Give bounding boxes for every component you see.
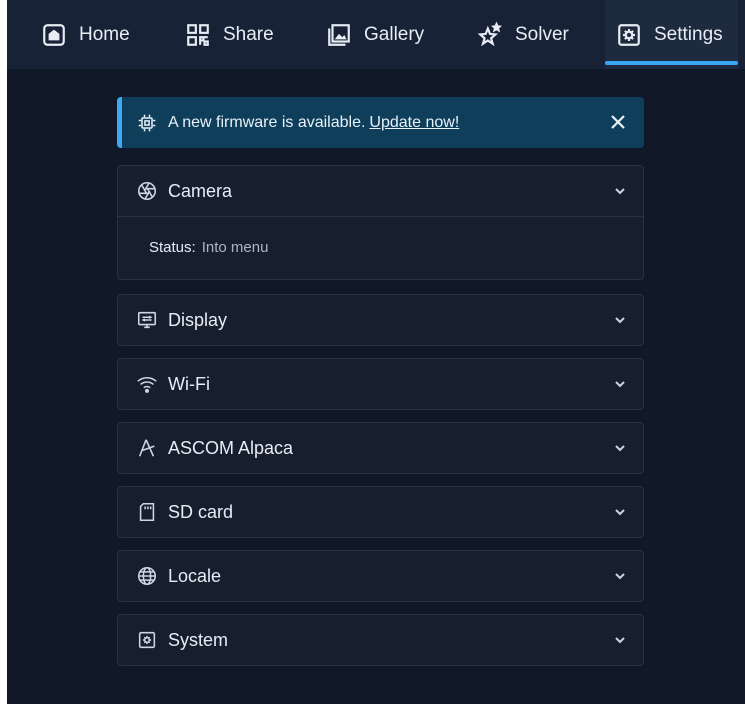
section-display-title: Display (168, 309, 228, 330)
chevron-down-icon (615, 445, 625, 452)
section-system-title: System (168, 629, 229, 650)
section-camera-header[interactable]: Camera (118, 166, 643, 216)
nav-solver-label: Solver (515, 23, 569, 45)
chevron-down-icon (615, 509, 625, 516)
section-system-header[interactable]: System (118, 615, 643, 665)
chip-icon (138, 114, 156, 131)
chevron-down-icon (615, 188, 625, 195)
system-icon (138, 631, 156, 649)
section-sd-card-title: SD card (168, 501, 234, 522)
sd-card-icon (139, 502, 155, 522)
update-now-link[interactable]: Update now! (369, 114, 459, 132)
section-camera-title: Camera (168, 180, 233, 201)
section-wifi-header[interactable]: Wi-Fi (118, 359, 643, 409)
nav-solver[interactable]: Solver (477, 0, 569, 69)
section-ascom-alpaca: ASCOM Alpaca (117, 422, 644, 474)
chevron-down-icon (615, 573, 625, 580)
section-locale: Locale (117, 550, 644, 602)
wifi-icon (137, 377, 157, 393)
top-nav: Home Share Gallery Solver Settings (7, 0, 745, 69)
section-wifi-title: Wi-Fi (168, 373, 210, 394)
section-sd-card: SD card (117, 486, 644, 538)
telescope-icon (138, 439, 155, 457)
settings-icon (618, 23, 640, 46)
section-ascom-alpaca-title: ASCOM Alpaca (168, 437, 294, 458)
section-camera: Camera Status: Into menu (117, 165, 644, 280)
section-wifi: Wi-Fi (117, 358, 644, 410)
app-window: Home Share Gallery Solver Settings A new… (7, 0, 745, 704)
nav-settings-label: Settings (654, 23, 723, 45)
close-alert-button[interactable] (606, 110, 630, 134)
section-sd-card-header[interactable]: SD card (118, 487, 643, 537)
active-tab-indicator (605, 61, 738, 65)
section-ascom-alpaca-header[interactable]: ASCOM Alpaca (118, 423, 643, 473)
stars-icon (477, 21, 503, 46)
display-icon (137, 311, 157, 329)
qr-code-icon (187, 23, 209, 46)
chevron-down-icon (615, 637, 625, 644)
gallery-icon (328, 23, 350, 46)
nav-gallery-label: Gallery (364, 23, 425, 45)
nav-home-label: Home (79, 23, 130, 45)
section-camera-body: Status: Into menu (118, 216, 643, 278)
section-locale-title: Locale (168, 565, 222, 586)
section-display: Display (117, 294, 644, 346)
status-value: Into menu (201, 239, 269, 256)
aperture-icon (137, 181, 157, 201)
globe-icon (137, 566, 157, 586)
home-icon (43, 23, 65, 46)
alert-message: A new firmware is available. (168, 113, 366, 131)
nav-share[interactable]: Share (185, 0, 274, 69)
nav-home[interactable]: Home (41, 0, 130, 69)
section-system: System (117, 614, 644, 666)
nav-gallery[interactable]: Gallery (326, 0, 424, 69)
section-display-header[interactable]: Display (118, 295, 643, 345)
close-icon (611, 115, 625, 129)
chevron-down-icon (615, 317, 625, 324)
section-locale-header[interactable]: Locale (118, 551, 643, 601)
nav-settings[interactable]: Settings (605, 0, 738, 69)
status-label: Status: (149, 239, 196, 256)
chevron-down-icon (615, 381, 625, 388)
firmware-alert: A new firmware is available. Update now! (117, 97, 644, 148)
nav-share-label: Share (223, 23, 274, 45)
